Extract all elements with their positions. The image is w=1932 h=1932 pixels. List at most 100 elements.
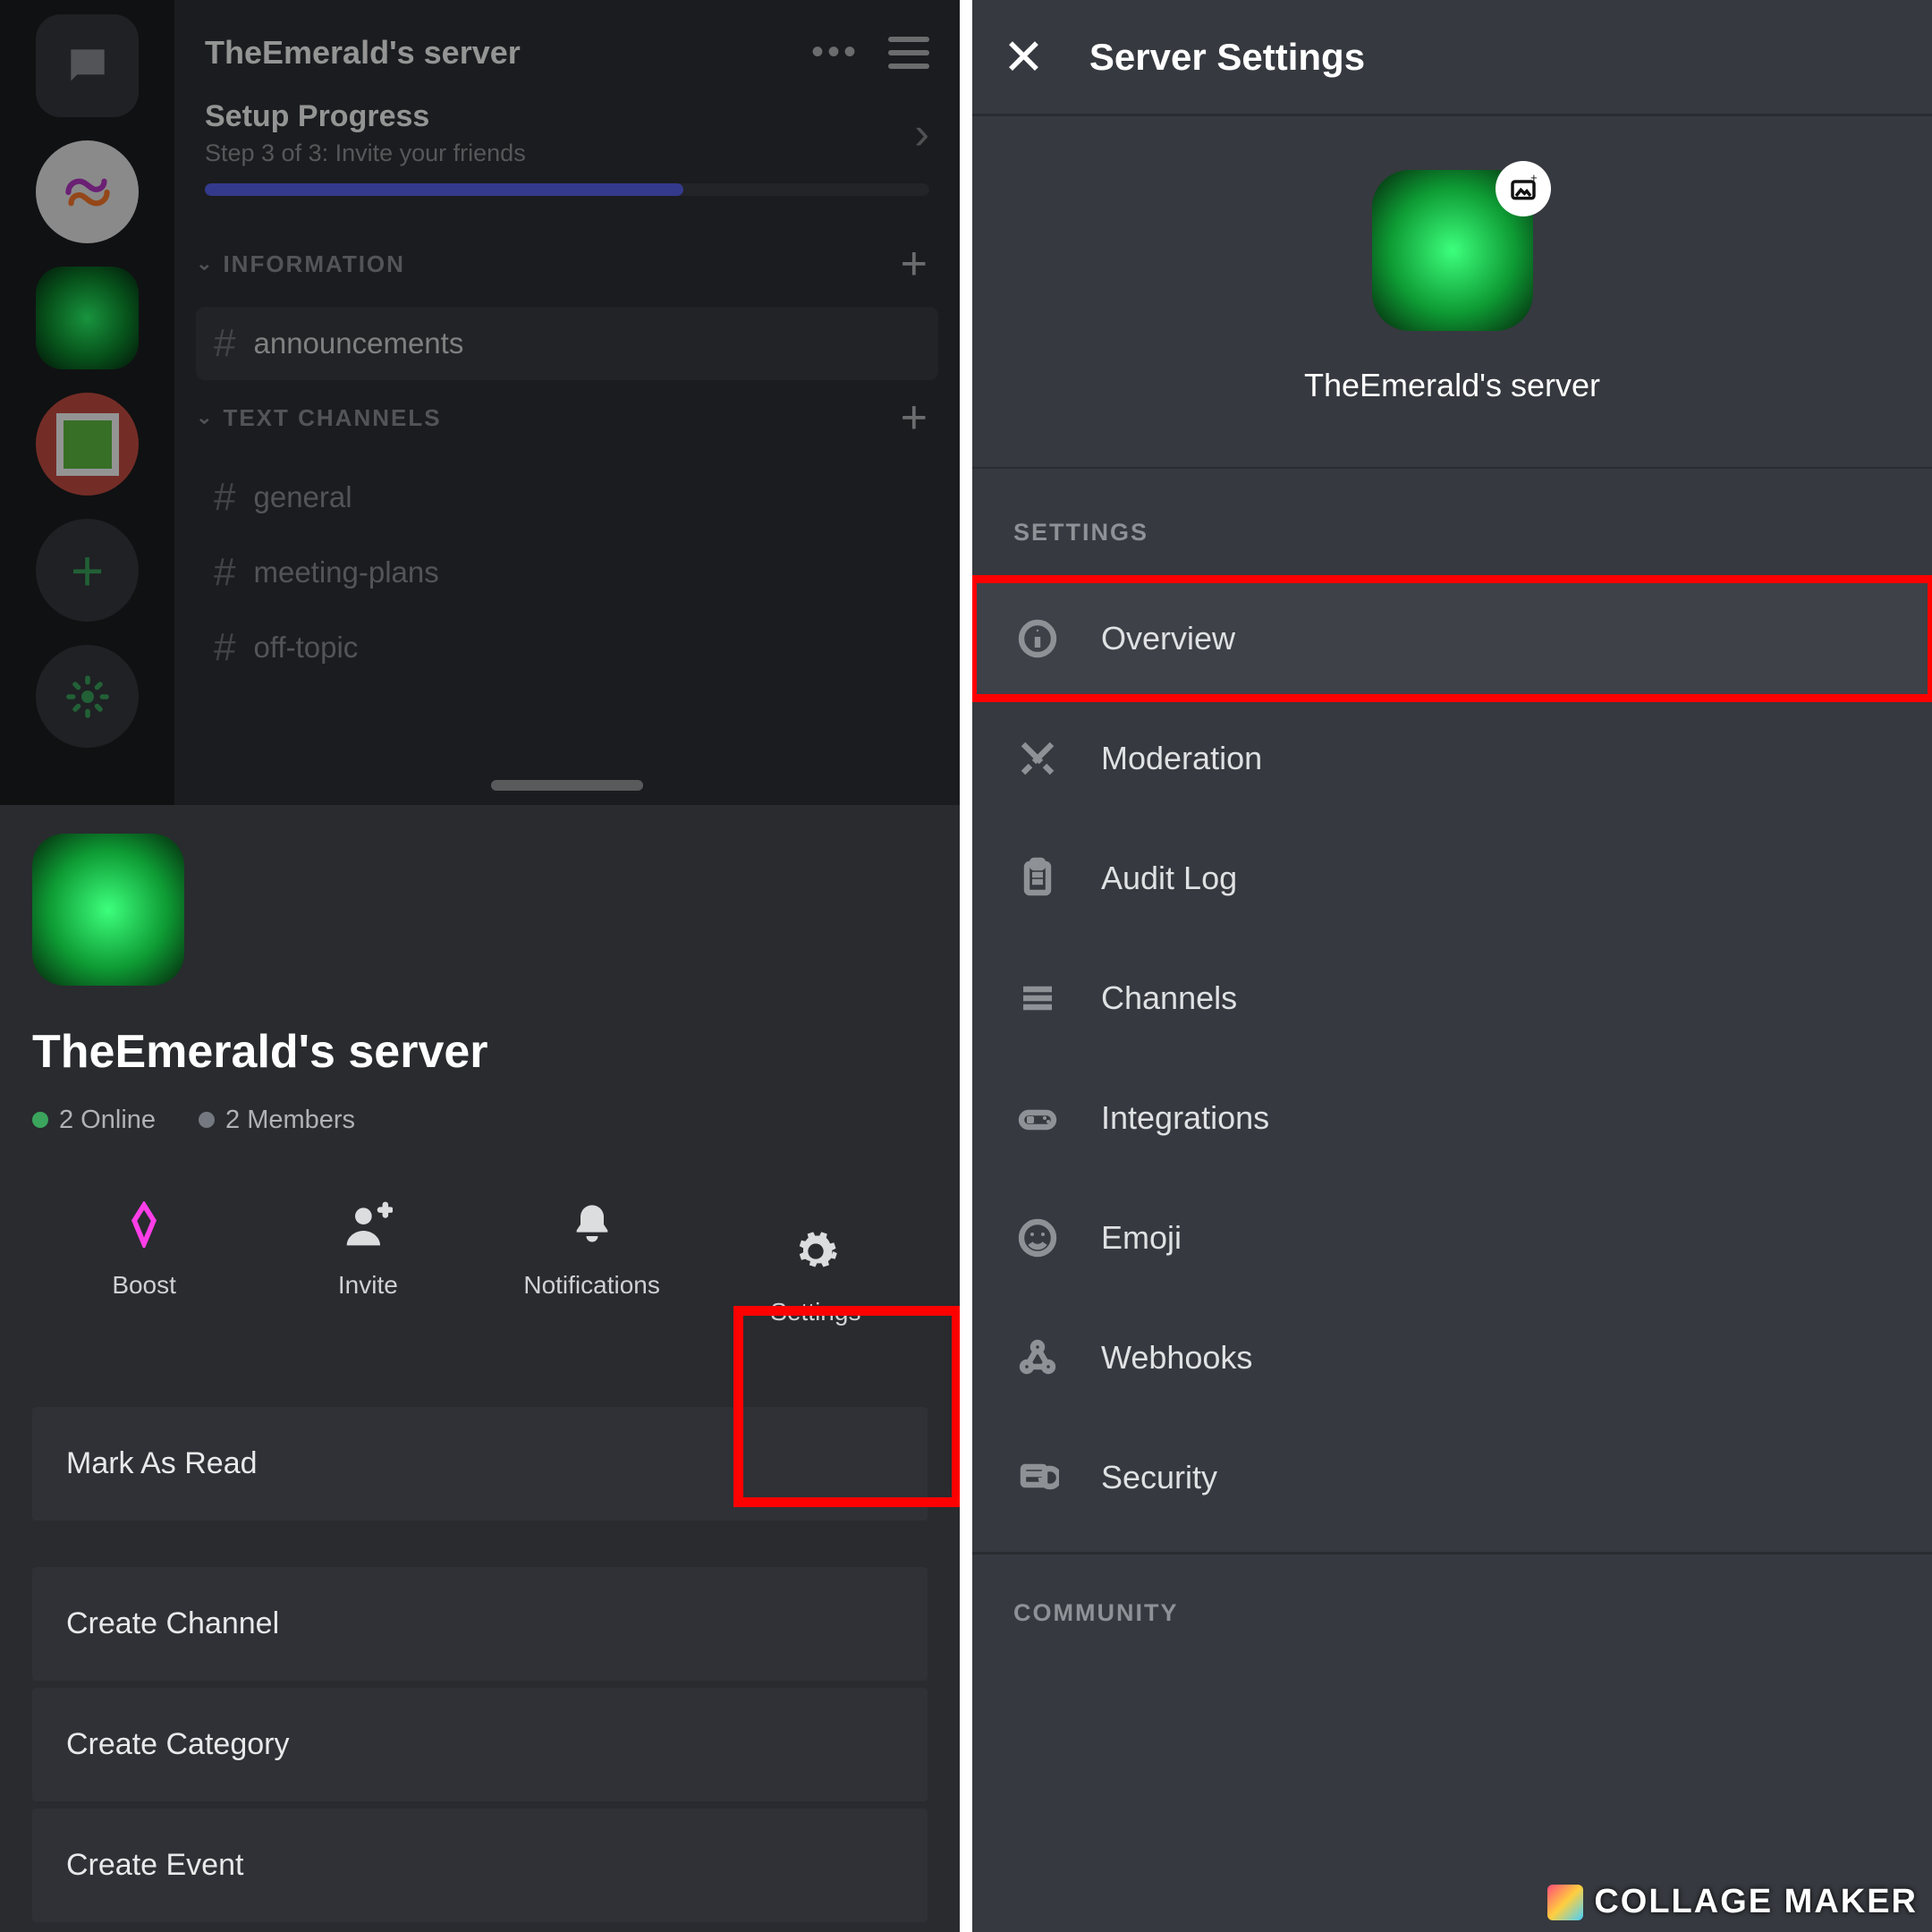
chevron-right-icon: › (914, 107, 929, 159)
bell-icon (569, 1198, 615, 1251)
server-rail: + (0, 0, 174, 805)
settings-item-overview[interactable]: Overview (972, 579, 1932, 699)
menu-icon[interactable] (888, 37, 929, 69)
server-title: TheEmerald's server (205, 34, 521, 72)
channel-off-topic[interactable]: # off-topic (196, 611, 938, 684)
progress-fill (205, 183, 683, 196)
settings-header: ✕ Server Settings (972, 0, 1932, 116)
setup-progress-card[interactable]: Setup Progress Step 3 of 3: Invite your … (205, 99, 929, 167)
create-event-item[interactable]: Create Event (32, 1809, 928, 1922)
svg-text:+: + (1530, 174, 1538, 184)
settings-item-label: Webhooks (1101, 1339, 1252, 1377)
compass-icon (63, 672, 113, 722)
channel-list-area: + TheEmerald's server ••• (0, 0, 960, 805)
settings-item-label: Moderation (1101, 740, 1262, 777)
chevron-down-icon: ⌄ (196, 253, 214, 274)
online-count: 2 Online (32, 1106, 156, 1135)
setup-subtitle: Step 3 of 3: Invite your friends (205, 140, 526, 167)
settings-item-emoji[interactable]: Emoji (972, 1178, 1932, 1298)
gear-icon (792, 1224, 839, 1278)
sheet-drag-handle[interactable] (491, 780, 643, 791)
category-label: TEXT CHANNELS (223, 404, 441, 432)
info-icon (1013, 614, 1062, 663)
server-name: TheEmerald's server (1304, 367, 1600, 404)
add-channel-icon[interactable]: + (901, 391, 929, 445)
channel-label: announcements (253, 326, 463, 360)
settings-item-label: Overview (1101, 620, 1235, 657)
online-dot-icon (32, 1112, 48, 1128)
action-label: Boost (112, 1271, 176, 1300)
server-avatar-2[interactable] (36, 393, 139, 496)
square-icon (56, 413, 119, 476)
settings-item-moderation[interactable]: Moderation (972, 699, 1932, 818)
settings-title: Server Settings (1089, 36, 1365, 79)
invite-icon (343, 1198, 393, 1251)
channel-label: meeting-plans (253, 555, 438, 589)
server-icon[interactable] (32, 834, 184, 986)
action-label: Invite (338, 1271, 398, 1300)
infinity-icon (55, 174, 121, 210)
server-header[interactable]: TheEmerald's server ••• (174, 14, 960, 99)
category-text-channels[interactable]: ⌄TEXT CHANNELS + (174, 382, 960, 461)
settings-item-label: Audit Log (1101, 860, 1237, 897)
sheet-server-name: TheEmerald's server (32, 1025, 928, 1079)
create-category-item[interactable]: Create Category (32, 1688, 928, 1801)
invite-button[interactable]: Invite (256, 1198, 479, 1353)
settings-item-label: Security (1101, 1459, 1217, 1496)
channel-meeting-plans[interactable]: # meeting-plans (196, 536, 938, 609)
watermark-text: COLLAGE MAKER (1594, 1883, 1918, 1921)
channel-announcements[interactable]: # announcements (196, 307, 938, 380)
settings-item-integrations[interactable]: Integrations (972, 1058, 1932, 1178)
progress-bar (205, 183, 929, 196)
member-dot-icon (199, 1112, 215, 1128)
right-screenshot: ✕ Server Settings + TheEmerald's server … (972, 0, 1932, 1932)
add-channel-icon[interactable]: + (901, 237, 929, 291)
settings-item-audit-log[interactable]: Audit Log (972, 818, 1932, 938)
server-hero: + TheEmerald's server (972, 116, 1932, 469)
section-label-settings: SETTINGS (972, 469, 1932, 579)
boost-button[interactable]: Boost (32, 1198, 256, 1353)
boost-icon (121, 1198, 167, 1251)
server-avatar-emerald[interactable] (36, 267, 139, 369)
explore-button[interactable] (36, 645, 139, 748)
upload-image-icon[interactable]: + (1496, 161, 1551, 216)
channel-pane: TheEmerald's server ••• Setup Progress S… (174, 0, 960, 805)
action-label: Notifications (523, 1271, 660, 1300)
channel-general[interactable]: # general (196, 461, 938, 534)
lines-icon (1013, 974, 1062, 1022)
settings-item-channels[interactable]: Channels (972, 938, 1932, 1058)
settings-list: Overview Moderation Audit Log Channels (972, 579, 1932, 1538)
swords-icon (1013, 734, 1062, 783)
settings-item-security[interactable]: Security (972, 1418, 1932, 1538)
notifications-button[interactable]: Notifications (480, 1198, 704, 1353)
category-label: INFORMATION (223, 250, 405, 278)
server-avatar-1[interactable] (36, 140, 139, 243)
settings-item-webhooks[interactable]: Webhooks (972, 1298, 1932, 1418)
setup-title: Setup Progress (205, 99, 526, 134)
hash-icon: # (214, 625, 235, 670)
divider (972, 1552, 1932, 1555)
settings-item-label: Emoji (1101, 1219, 1182, 1257)
hash-icon: # (214, 321, 235, 366)
more-icon[interactable]: ••• (811, 32, 860, 72)
settings-item-label: Integrations (1101, 1099, 1269, 1137)
watermark: COLLAGE MAKER (1547, 1883, 1918, 1921)
close-icon[interactable]: ✕ (1003, 28, 1045, 87)
create-channel-item[interactable]: Create Channel (32, 1567, 928, 1681)
server-action-sheet: TheEmerald's server 2 Online 2 Members B… (0, 805, 960, 1932)
settings-item-label: Channels (1101, 979, 1237, 1017)
hash-icon: # (214, 475, 235, 520)
server-icon-wrap[interactable]: + (1372, 170, 1533, 331)
add-server-button[interactable]: + (36, 519, 139, 622)
shield-icon (1013, 1453, 1062, 1502)
emoji-icon (1013, 1214, 1062, 1262)
left-screenshot: + TheEmerald's server ••• (0, 0, 960, 1932)
hash-icon: # (214, 550, 235, 595)
plus-icon: + (71, 538, 104, 604)
category-information[interactable]: ⌄ INFORMATION + (174, 228, 960, 307)
controller-icon (1013, 1094, 1062, 1142)
dm-button[interactable] (36, 14, 139, 117)
section-label-community: COMMUNITY (972, 1569, 1932, 1659)
chat-bubble-icon (63, 41, 113, 91)
member-count: 2 Members (199, 1106, 355, 1135)
